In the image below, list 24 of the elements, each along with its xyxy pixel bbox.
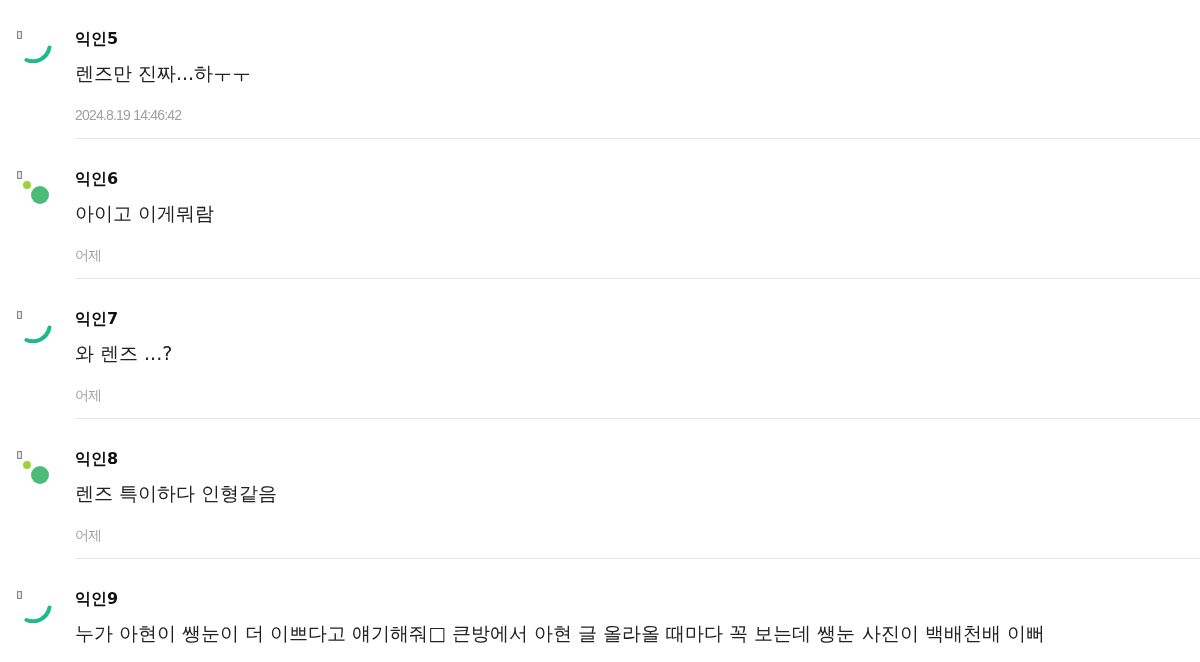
comment-author: 익인8 bbox=[75, 448, 119, 470]
arc-icon bbox=[24, 325, 52, 343]
comment-text: 아이고 이게뭐람 bbox=[75, 201, 215, 226]
arc-icon bbox=[24, 605, 52, 623]
two-dots-icon bbox=[23, 461, 49, 484]
image-frame-icon bbox=[17, 311, 22, 319]
image-frame-icon bbox=[17, 451, 22, 459]
comment-author: 익인5 bbox=[75, 28, 119, 50]
comment-author: 익인7 bbox=[75, 308, 119, 330]
comment-author: 익인6 bbox=[75, 168, 119, 190]
image-frame-icon bbox=[17, 171, 22, 179]
two-dots-icon bbox=[23, 181, 49, 204]
image-frame-icon bbox=[17, 591, 22, 599]
comment-time: 어제 bbox=[75, 246, 102, 265]
image-frame-icon bbox=[17, 31, 22, 39]
comment-text: 렌즈만 진짜...하ㅜㅜ bbox=[75, 61, 252, 86]
arc-icon bbox=[24, 45, 52, 63]
comment-text: 누가 아현이 쌩눈이 더 이쁘다고 얘기해줘□ 큰방에서 아현 글 올라올 때마다 꼭 보는데 쌩눈 사진이 백배천배 이뻐 bbox=[75, 621, 1045, 646]
comment-text: 렌즈 특이하다 인형같음 bbox=[75, 481, 278, 506]
comment-time: 어제 bbox=[75, 526, 102, 545]
comment-time: 어제 bbox=[75, 386, 102, 405]
comment-time: 2024.8.19 14:46:42 bbox=[75, 106, 182, 125]
comment-author: 익인9 bbox=[75, 588, 119, 610]
comment-text: 와 렌즈 ...? bbox=[75, 341, 173, 366]
